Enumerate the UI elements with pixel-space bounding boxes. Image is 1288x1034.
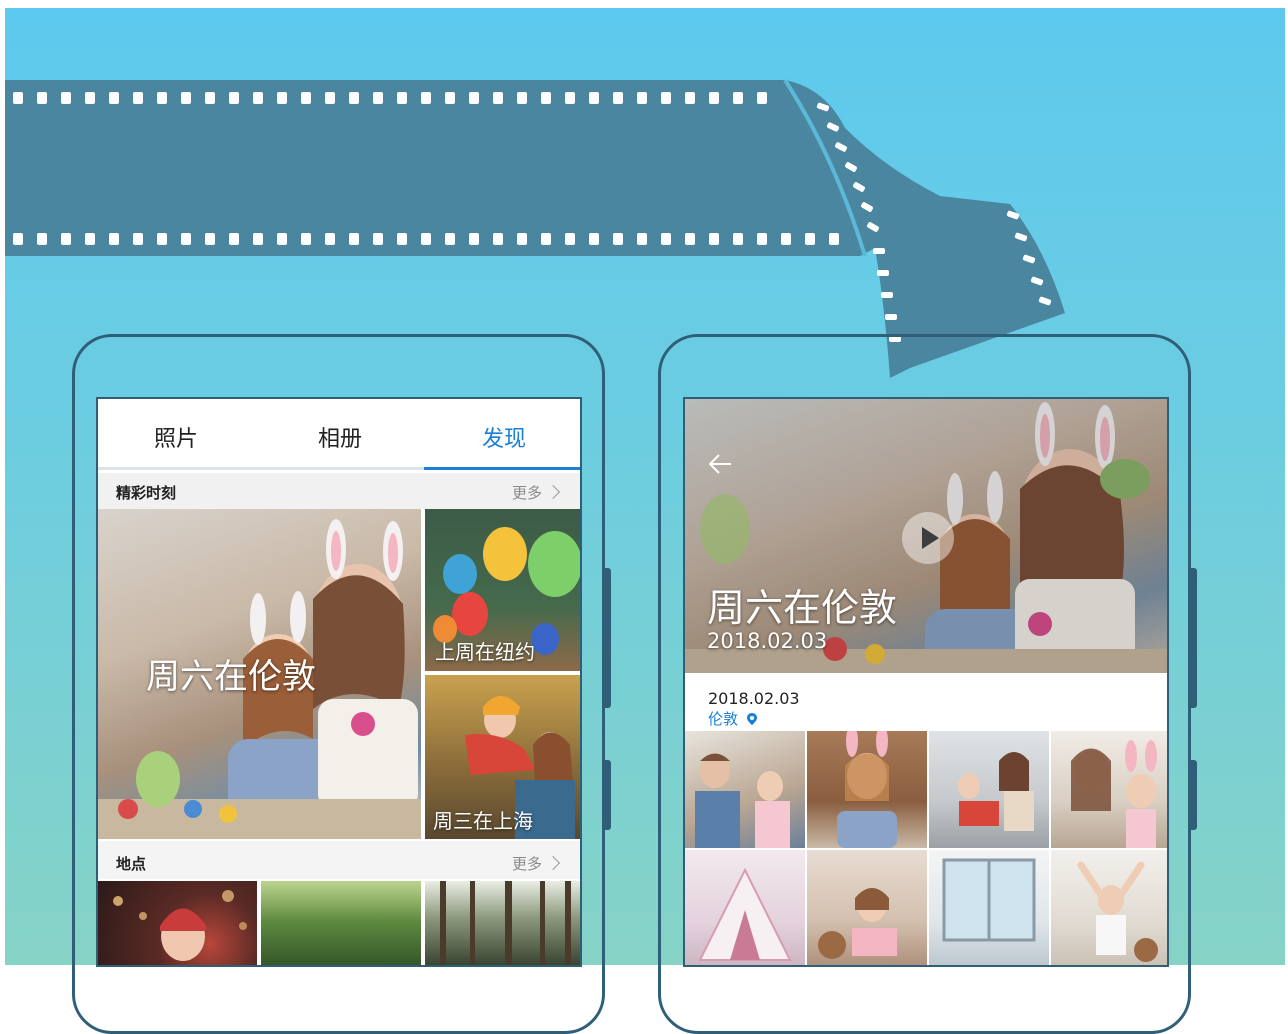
highlight-card-london[interactable]: 周六在伦敦: [98, 509, 421, 839]
tab-indicator: [98, 467, 580, 470]
family-reading-photo: [958, 752, 1034, 831]
story-detail-screen: 周六在伦敦 2018.02.03 2018.02.03 伦敦: [683, 397, 1169, 967]
highlights-title: 精彩时刻: [116, 484, 177, 502]
play-icon[interactable]: [901, 511, 955, 565]
story-title: 周六在伦敦: [707, 586, 898, 630]
girl-reading-photo: [818, 888, 897, 959]
story-date: 2018.02.03: [707, 629, 828, 653]
location-label: 伦敦: [708, 710, 739, 728]
places-more-link[interactable]: 更多: [511, 853, 561, 874]
girl-bunny-ears-photo: [837, 731, 897, 848]
thumbnail[interactable]: [807, 731, 927, 848]
girl-stretching-photo: [1077, 861, 1158, 962]
date-location-block: 2018.02.03 伦敦: [685, 673, 1167, 731]
highlights-header: 精彩时刻 更多: [98, 473, 580, 509]
chevron-right-icon: [545, 855, 561, 871]
phone-side-button: [1191, 568, 1197, 708]
highlight-card-newyork[interactable]: 上周在纽约: [425, 509, 580, 671]
gallery-discover-screen: 照片 相册 发现 精彩时刻 更多 周六在伦敦 上周在纽约 周三在上海 地点 更多: [96, 397, 582, 967]
more-label: 更多: [511, 484, 542, 502]
tab-albums[interactable]: 相册: [318, 421, 362, 453]
play-tent-photo: [698, 867, 792, 961]
phone-side-button: [1191, 760, 1197, 830]
highlight-caption: 周三在上海: [433, 809, 533, 833]
places-title: 地点: [116, 855, 147, 873]
tab-bar: 照片 相册 发现: [98, 399, 580, 473]
tab-discover[interactable]: 发现: [482, 421, 526, 453]
thumbnail[interactable]: [685, 850, 805, 965]
thumbnail[interactable]: [685, 731, 805, 848]
location-pin-icon: [746, 713, 757, 725]
thumbnail[interactable]: [929, 850, 1049, 965]
highlight-card-shanghai[interactable]: 周三在上海: [425, 675, 580, 839]
thumbnail[interactable]: [807, 850, 927, 965]
more-label: 更多: [511, 855, 542, 873]
thumbnail[interactable]: [1051, 731, 1167, 848]
mother-daughter-bunny-photo: [1071, 740, 1157, 848]
tab-photos[interactable]: 照片: [154, 421, 198, 453]
story-hero: 周六在伦敦 2018.02.03: [685, 399, 1167, 673]
forest-photo: [440, 881, 571, 965]
thumbnail[interactable]: [929, 731, 1049, 848]
place-card[interactable]: [261, 881, 421, 965]
chevron-right-icon: [545, 484, 561, 500]
location-link[interactable]: 伦敦: [708, 708, 758, 729]
thumbnail[interactable]: [1051, 850, 1167, 965]
places-header: 地点 更多: [98, 841, 580, 879]
place-card[interactable]: [98, 881, 257, 965]
phone-side-button: [605, 760, 611, 830]
section-date: 2018.02.03: [708, 689, 800, 708]
phone-side-button: [605, 568, 611, 708]
window-room-photo: [942, 858, 1036, 942]
bokeh-portrait-photo: [113, 890, 247, 961]
highlight-caption: 上周在纽约: [435, 640, 535, 664]
place-card[interactable]: [425, 881, 580, 965]
highlight-caption: 周六在伦敦: [146, 657, 316, 697]
dad-daughter-photo: [695, 753, 790, 848]
highlights-more-link[interactable]: 更多: [511, 482, 561, 503]
back-arrow-icon[interactable]: [705, 449, 735, 479]
